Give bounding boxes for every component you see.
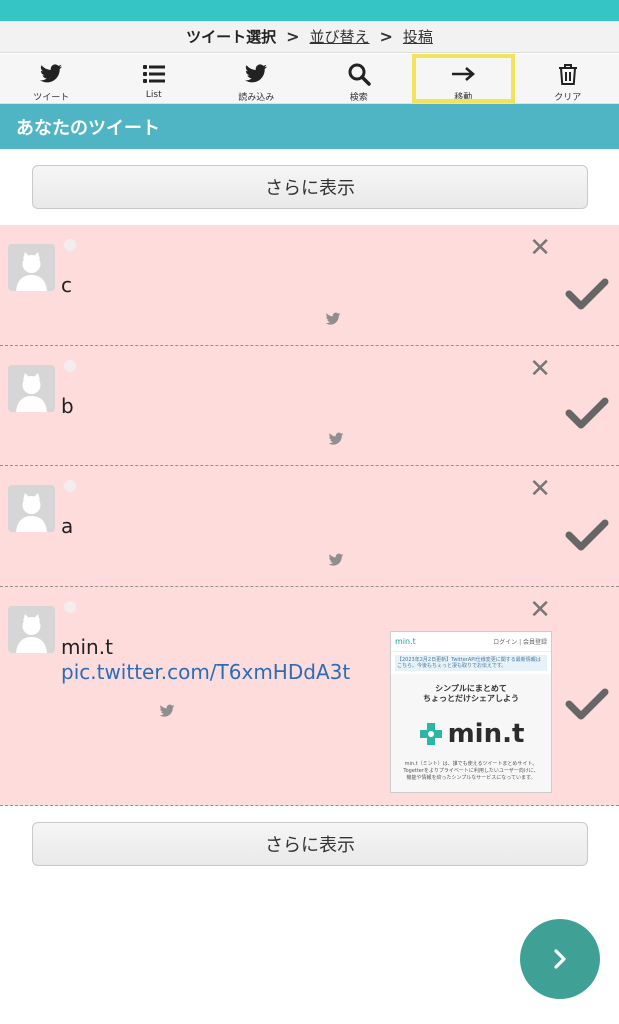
preview-tagline: シンプルにまとめて ちょっとだけシェアしよう — [423, 684, 519, 705]
tweet-text-body: min.t — [61, 635, 113, 659]
badge-icon — [64, 601, 76, 613]
tool-list-button[interactable]: List — [103, 54, 206, 103]
tool-tweet-button[interactable]: ツイート — [0, 54, 103, 103]
next-step-button[interactable] — [520, 919, 600, 999]
tweet-item[interactable]: ✕ c — [0, 225, 619, 346]
badge-icon — [64, 480, 76, 492]
trash-icon — [558, 64, 577, 85]
twitter-bird-icon — [328, 432, 344, 445]
preview-tagline-line: ちょっとだけシェアしよう — [423, 694, 519, 704]
tweet-item[interactable]: ✕ a — [0, 466, 619, 587]
tweet-image-link[interactable]: pic.twitter.com/T6xmHDdA3t — [61, 660, 350, 685]
tool-label: ツイート — [33, 93, 70, 103]
top-accent-bar — [0, 0, 619, 21]
check-icon[interactable] — [565, 518, 609, 552]
tweet-image-thumbnail[interactable]: min.t ログイン | 会員登録 【2023年2月2日更新】TwitterAP… — [390, 631, 552, 793]
check-icon[interactable] — [565, 277, 609, 311]
badge-icon — [64, 239, 76, 251]
tweet-text: min.t pic.twitter.com/T6xmHDdA3t — [61, 635, 350, 685]
arrow-right-icon — [452, 67, 476, 81]
step-sort-link[interactable]: 並び替え — [309, 26, 369, 47]
tweet-item[interactable]: ✕ b — [0, 346, 619, 466]
preview-brand: min.t — [395, 637, 416, 646]
avatar — [8, 606, 55, 653]
twitter-bird-icon — [245, 64, 268, 83]
mint-cross-icon — [419, 722, 442, 745]
preview-desc-line: 機能や情報を絞ったシンプルなサービスになっています。 — [406, 774, 536, 781]
tweet-text: c — [61, 273, 72, 297]
search-icon — [348, 63, 371, 86]
list-icon — [142, 65, 165, 83]
show-more-button[interactable]: さらに表示 — [32, 822, 588, 866]
tool-label: 移動 — [454, 93, 473, 103]
preview-login: ログイン | 会員登録 — [493, 639, 547, 646]
close-icon[interactable]: ✕ — [529, 356, 551, 382]
step-separator: > — [286, 27, 300, 46]
tweet-text: a — [61, 514, 74, 538]
step-tweet-select: ツイート選択 — [186, 28, 277, 46]
check-icon[interactable] — [565, 687, 609, 721]
mint-logo: min.t — [418, 718, 525, 749]
close-icon[interactable]: ✕ — [529, 597, 551, 623]
mint-logo-text: min.t — [447, 718, 525, 749]
preview-tagline-line: シンプルにまとめて — [435, 684, 507, 693]
preview-notice: 【2023年2月2日更新】TwitterAPI仕様変更に関する最新情報はこちら。… — [395, 655, 547, 671]
tweet-text: b — [61, 394, 74, 418]
tool-move-button[interactable]: 移動 — [412, 54, 515, 103]
tool-clear-button[interactable]: クリア — [517, 54, 619, 103]
avatar — [8, 485, 55, 532]
tool-label: List — [145, 90, 162, 100]
tweet-item[interactable]: ✕ min.t pic.twitter.com/T6xmHDdA3t min.t… — [0, 587, 619, 806]
preview-desc-line: Togetterをよりプライベートに利用したいユーザー向けに、 — [403, 767, 539, 774]
preview-desc-line: min.t（ミント）は、誰でも使えるツイートまとめサイト。 — [404, 760, 538, 767]
tool-load-button[interactable]: 読み込み — [205, 54, 308, 103]
step-separator: > — [379, 27, 393, 46]
step-breadcrumb: ツイート選択 > 並び替え > 投稿 — [0, 21, 619, 53]
twitter-bird-icon — [40, 64, 63, 83]
section-title: あなたのツイート — [0, 104, 619, 149]
close-icon[interactable]: ✕ — [529, 476, 551, 502]
preview-header: min.t ログイン | 会員登録 — [391, 632, 551, 652]
avatar — [8, 244, 55, 291]
twitter-bird-icon — [325, 312, 341, 325]
preview-description: min.t（ミント）は、誰でも使えるツイートまとめサイト。 Togetterをよ… — [397, 761, 544, 782]
step-post-link[interactable]: 投稿 — [403, 26, 433, 47]
check-icon[interactable] — [565, 396, 609, 430]
tool-label: 読み込み — [238, 93, 275, 103]
twitter-bird-icon — [159, 704, 175, 717]
toolbar: ツイート List 読み込み 検索 移動 クリア — [0, 54, 619, 104]
show-more-button[interactable]: さらに表示 — [32, 165, 588, 209]
tool-label: クリア — [554, 93, 582, 103]
avatar — [8, 365, 55, 412]
tool-search-button[interactable]: 検索 — [308, 54, 411, 103]
badge-icon — [64, 360, 76, 372]
preview-body: シンプルにまとめて ちょっとだけシェアしよう min.t min.t（ミント）は… — [391, 674, 551, 792]
twitter-bird-icon — [328, 553, 344, 566]
close-icon[interactable]: ✕ — [529, 235, 551, 261]
tool-label: 検索 — [349, 93, 368, 103]
chevron-right-icon — [554, 949, 566, 969]
